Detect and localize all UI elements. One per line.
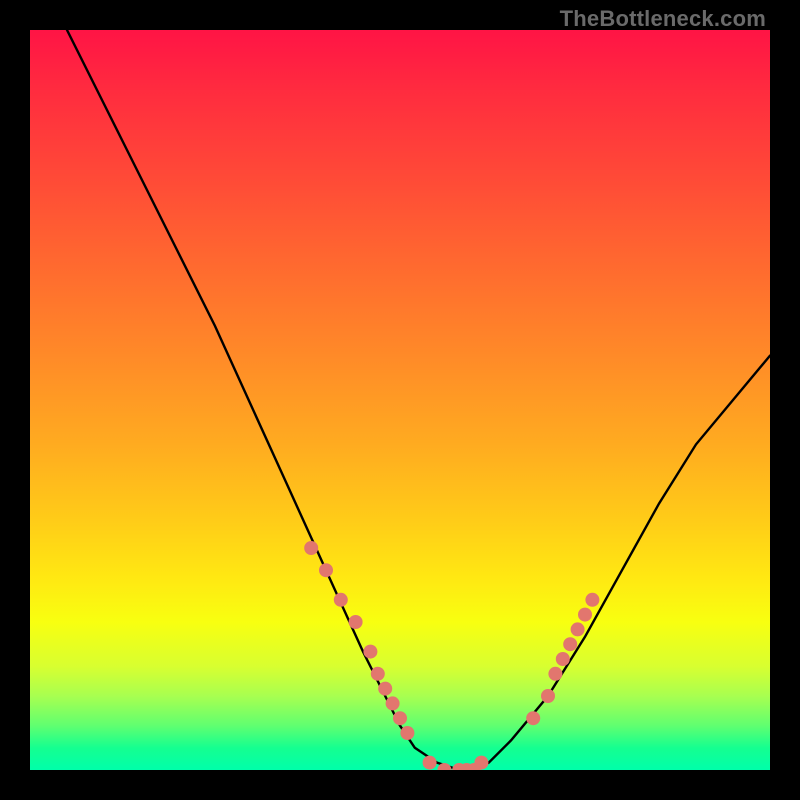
data-markers <box>304 541 599 770</box>
marker-dot <box>423 756 437 770</box>
marker-dot <box>349 615 363 629</box>
marker-dot <box>563 637 577 651</box>
marker-dot <box>393 711 407 725</box>
bottleneck-curve <box>67 30 770 770</box>
marker-dot <box>400 726 414 740</box>
watermark-text: TheBottleneck.com <box>560 6 766 32</box>
marker-dot <box>526 711 540 725</box>
marker-dot <box>474 756 488 770</box>
marker-dot <box>304 541 318 555</box>
marker-dot <box>363 645 377 659</box>
plot-area <box>30 30 770 770</box>
marker-dot <box>556 652 570 666</box>
chart-frame: TheBottleneck.com <box>0 0 800 800</box>
marker-dot <box>319 563 333 577</box>
marker-dot <box>334 593 348 607</box>
marker-dot <box>578 608 592 622</box>
marker-dot <box>571 622 585 636</box>
marker-dot <box>386 696 400 710</box>
marker-dot <box>378 682 392 696</box>
marker-dot <box>548 667 562 681</box>
marker-dot <box>585 593 599 607</box>
chart-svg <box>30 30 770 770</box>
marker-dot <box>541 689 555 703</box>
marker-dot <box>371 667 385 681</box>
